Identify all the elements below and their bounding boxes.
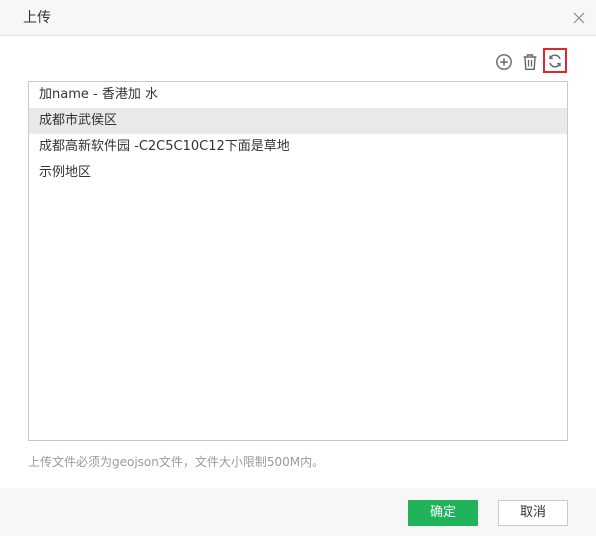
dialog-header: 上传 — [0, 0, 596, 36]
close-icon — [573, 12, 585, 24]
cancel-button[interactable]: 取消 — [498, 500, 568, 526]
delete-button[interactable] — [520, 52, 540, 72]
list-item[interactable]: 加name - 香港加 水 — [29, 82, 567, 108]
list-item[interactable]: 示例地区 — [29, 160, 567, 186]
list-item[interactable]: 成都高新软件园 -C2C5C10C12下面是草地 — [29, 134, 567, 160]
refresh-button[interactable] — [543, 48, 567, 73]
plus-circle-icon — [496, 54, 512, 70]
add-button[interactable] — [494, 52, 514, 72]
close-button[interactable] — [570, 9, 588, 27]
ok-button[interactable]: 确定 — [408, 500, 478, 526]
geojson-file-list[interactable]: 加name - 香港加 水 成都市武侯区 成都高新软件园 -C2C5C10C12… — [28, 81, 568, 441]
refresh-icon — [549, 54, 561, 67]
dialog-title: 上传 — [23, 10, 51, 26]
upload-hint: 上传文件必须为geojson文件，文件大小限制500M内。 — [28, 455, 325, 469]
trash-icon — [523, 54, 537, 70]
list-item[interactable]: 成都市武侯区 — [29, 108, 567, 134]
upload-dialog: 上传 加name - 香港加 水 成都市武侯区 成都高新软件园 -C2C5C10… — [0, 0, 596, 536]
dialog-footer: 确定 取消 — [0, 488, 596, 536]
